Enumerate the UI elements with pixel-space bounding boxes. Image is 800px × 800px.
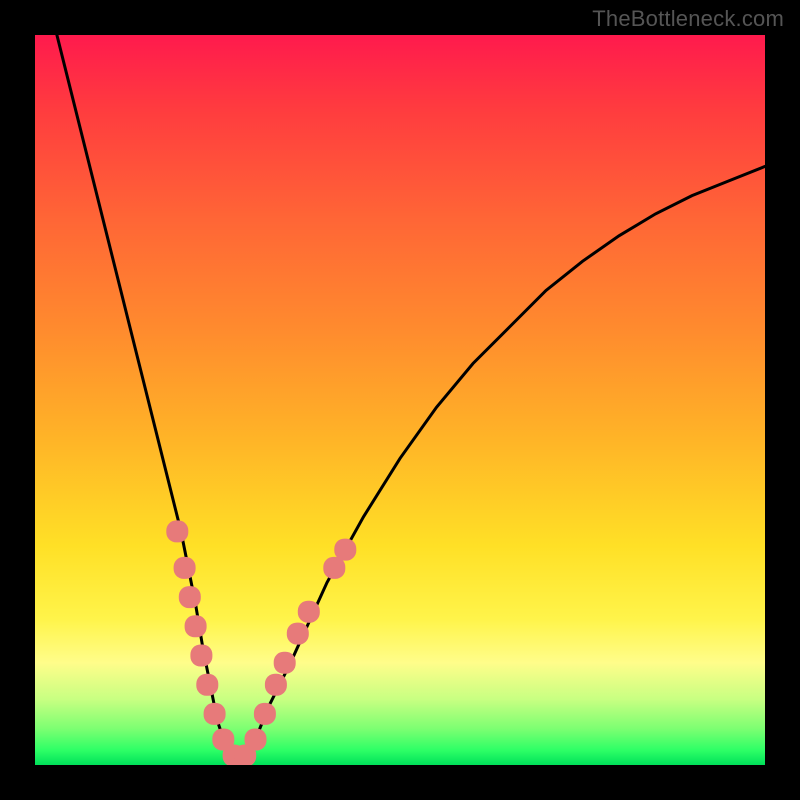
marker-point <box>185 615 207 637</box>
marker-point <box>265 674 287 696</box>
marker-point <box>204 703 226 725</box>
watermark-text: TheBottleneck.com <box>592 6 784 32</box>
marker-point <box>179 586 201 608</box>
marker-point <box>196 674 218 696</box>
marker-point <box>274 652 296 674</box>
marker-point <box>166 520 188 542</box>
marker-point <box>287 623 309 645</box>
marker-point <box>174 557 196 579</box>
plot-area <box>35 35 765 765</box>
marker-point <box>334 539 356 561</box>
marker-point <box>298 601 320 623</box>
bottleneck-curve <box>57 35 765 761</box>
marker-point <box>190 645 212 667</box>
outer-frame: TheBottleneck.com <box>0 0 800 800</box>
chart-overlay <box>35 35 765 765</box>
marker-point <box>254 703 276 725</box>
marker-point <box>245 729 267 751</box>
